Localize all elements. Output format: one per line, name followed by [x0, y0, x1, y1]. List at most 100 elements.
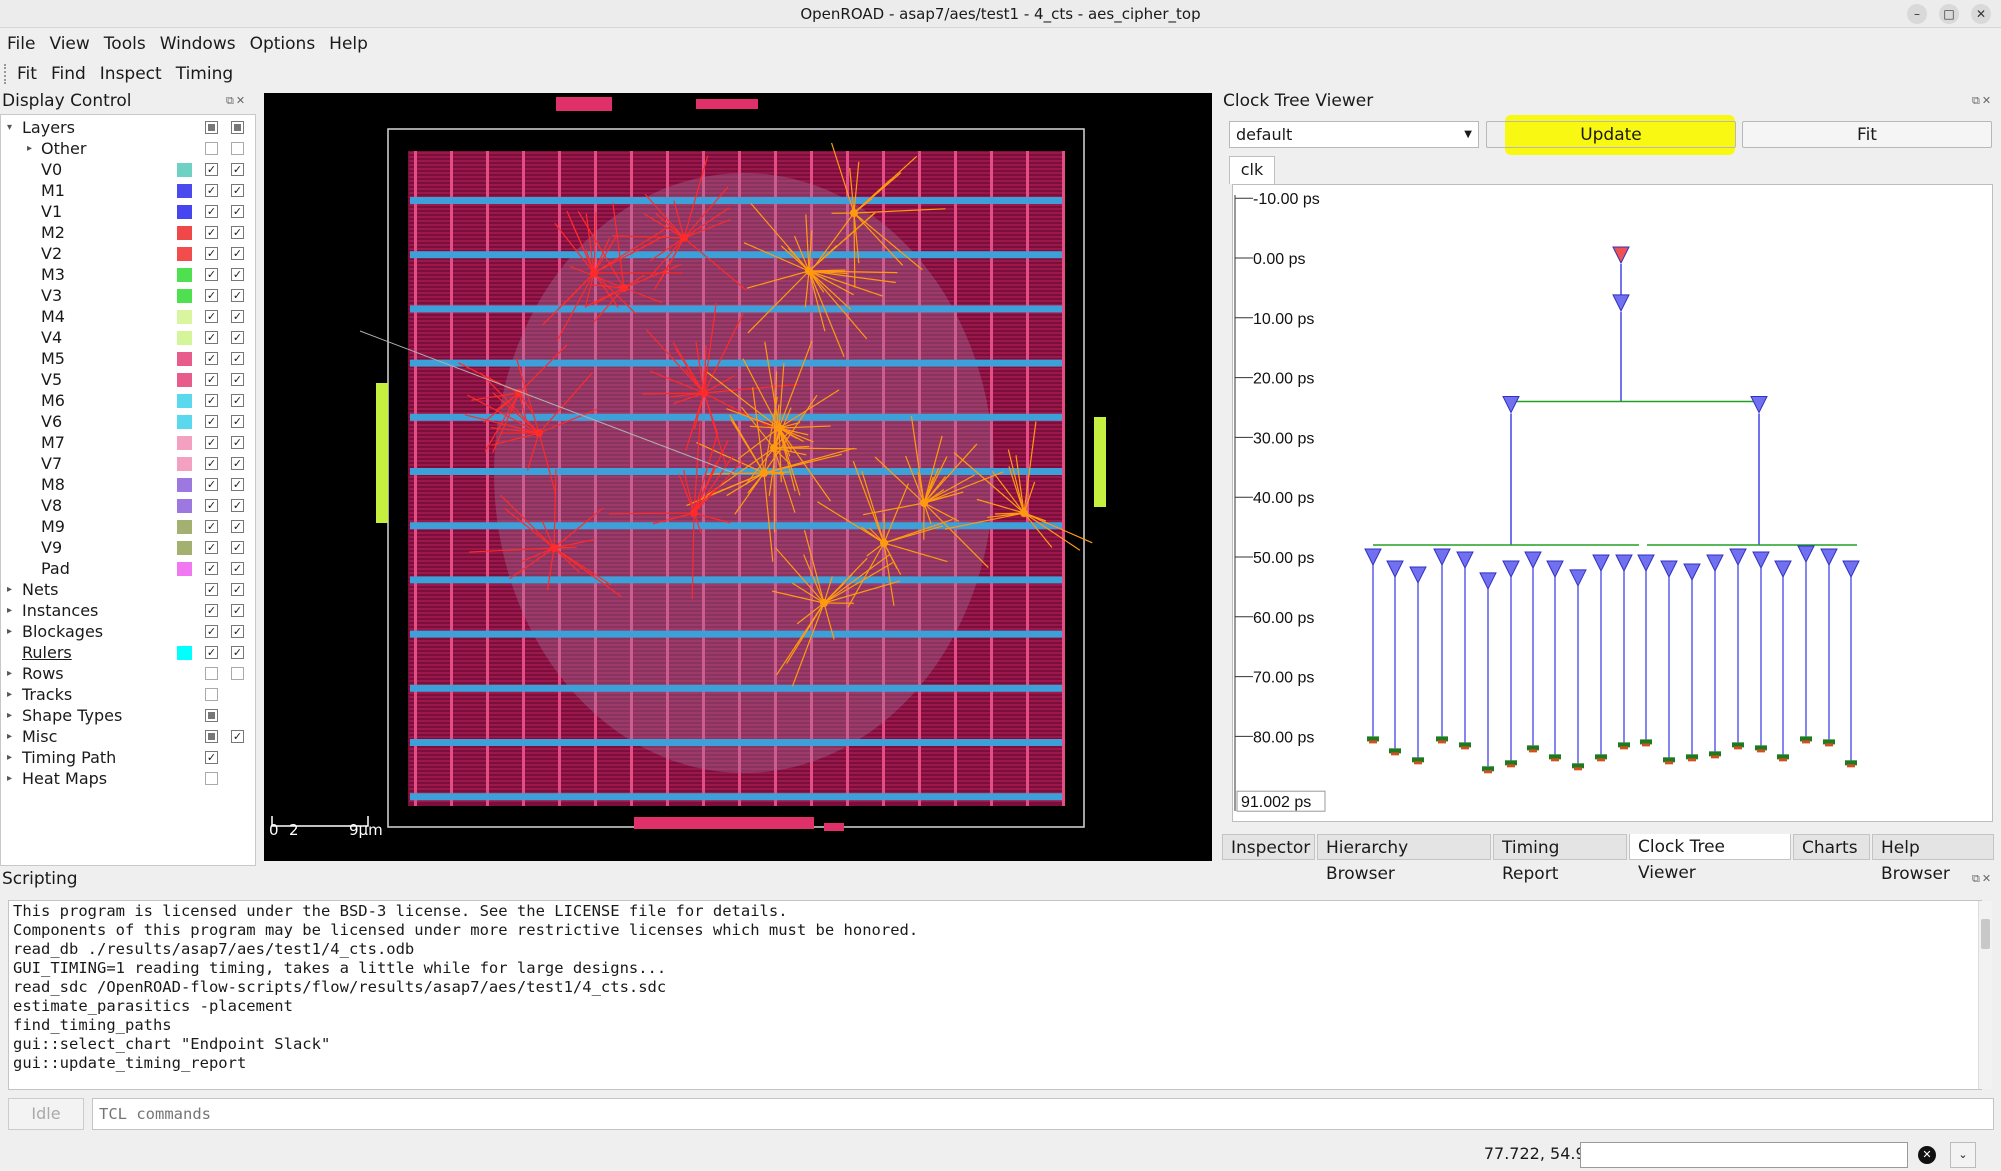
dock-float-close-icons[interactable]: ⧉✕ [226, 94, 247, 108]
clock-buffer[interactable] [1592, 554, 1610, 573]
menu-file[interactable]: File [0, 30, 42, 58]
visible-checkbox[interactable]: ✓ [205, 247, 218, 260]
clock-buffer[interactable] [1569, 569, 1587, 588]
clock-buffer[interactable] [1797, 545, 1815, 564]
visible-checkbox[interactable]: ✓ [205, 604, 218, 617]
visible-checkbox[interactable]: ✓ [205, 457, 218, 470]
visible-checkbox[interactable]: ✓ [205, 394, 218, 407]
visible-checkbox[interactable]: ✓ [205, 163, 218, 176]
layer-color-swatch[interactable] [177, 436, 192, 450]
fit-button[interactable]: Fit [10, 60, 44, 88]
chevron-down-icon[interactable]: ▾ [7, 117, 12, 138]
clock-sink[interactable] [1597, 758, 1605, 762]
layer-color-swatch[interactable] [177, 478, 192, 492]
layer-row[interactable]: V9 ✓ ✓ [1, 537, 255, 558]
chevron-right-icon[interactable]: ▸ [7, 579, 12, 600]
layer-row[interactable]: ▾ Layers [1, 117, 255, 138]
chevron-right-icon[interactable]: ▸ [27, 138, 32, 159]
clock-buffer[interactable] [1842, 560, 1860, 579]
layer-color-swatch[interactable] [177, 247, 192, 261]
expand-icon[interactable]: ⌄ [1950, 1142, 1976, 1168]
clock-sink[interactable] [1779, 758, 1787, 762]
layer-row[interactable]: ▸ Shape Types [1, 705, 255, 726]
visible-checkbox[interactable]: ✓ [205, 562, 218, 575]
status-search-input[interactable] [1580, 1142, 1908, 1168]
visible-checkbox[interactable]: ✓ [205, 478, 218, 491]
clock-buffer[interactable] [1729, 548, 1747, 567]
selectable-checkbox[interactable]: ✓ [231, 478, 244, 491]
fit-tree-button[interactable]: Fit [1742, 121, 1992, 148]
clock-buffer[interactable] [1433, 548, 1451, 567]
selectable-checkbox[interactable]: ✓ [231, 625, 244, 638]
clock-sink[interactable] [1620, 746, 1628, 750]
visible-checkbox[interactable]: ✓ [205, 268, 218, 281]
layer-color-swatch[interactable] [177, 394, 192, 408]
layer-row[interactable]: M3 ✓ ✓ [1, 264, 255, 285]
clock-tab-clk[interactable]: clk [1229, 156, 1275, 184]
clock-buffer[interactable] [1774, 560, 1792, 579]
layer-color-swatch[interactable] [177, 562, 192, 576]
layer-row[interactable]: V4 ✓ ✓ [1, 327, 255, 348]
tab-hierarchy-browser[interactable]: Hierarchy Browser [1317, 834, 1491, 884]
clock-sink[interactable] [1391, 752, 1399, 756]
visible-checkbox[interactable] [205, 121, 218, 134]
selectable-checkbox[interactable]: ✓ [231, 247, 244, 260]
visible-checkbox[interactable]: ✓ [205, 415, 218, 428]
clock-sink[interactable] [1484, 770, 1492, 774]
clock-buffer[interactable] [1820, 548, 1838, 567]
visible-checkbox[interactable]: ✓ [205, 310, 218, 323]
timing-button[interactable]: Timing [169, 60, 240, 88]
layout-canvas[interactable] [264, 93, 1212, 861]
clock-buffer[interactable] [1502, 396, 1520, 414]
layer-row[interactable]: M9 ✓ ✓ [1, 516, 255, 537]
find-button[interactable]: Find [44, 60, 93, 88]
layer-color-swatch[interactable] [177, 268, 192, 282]
toolbar-grip[interactable] [4, 64, 8, 84]
layer-row[interactable]: M6 ✓ ✓ [1, 390, 255, 411]
menu-options[interactable]: Options [243, 30, 323, 58]
menu-view[interactable]: View [42, 30, 96, 58]
selectable-checkbox[interactable]: ✓ [231, 163, 244, 176]
layer-row[interactable]: M5 ✓ ✓ [1, 348, 255, 369]
selectable-checkbox[interactable]: ✓ [231, 352, 244, 365]
layer-row[interactable]: M4 ✓ ✓ [1, 306, 255, 327]
selectable-checkbox[interactable]: ✓ [231, 541, 244, 554]
inspect-button[interactable]: Inspect [93, 60, 169, 88]
layer-row[interactable]: V3 ✓ ✓ [1, 285, 255, 306]
chevron-right-icon[interactable]: ▸ [7, 726, 12, 747]
layer-color-swatch[interactable] [177, 205, 192, 219]
selectable-checkbox[interactable]: ✓ [231, 583, 244, 596]
selectable-checkbox[interactable]: ✓ [231, 289, 244, 302]
chevron-right-icon[interactable]: ▸ [7, 768, 12, 789]
dock-float-close-icons[interactable]: ⧉✕ [1972, 872, 1993, 886]
script-output[interactable]: This program is licensed under the BSD-3… [8, 900, 1982, 1090]
clock-buffer[interactable] [1752, 551, 1770, 570]
visible-checkbox[interactable]: ✓ [205, 289, 218, 302]
layer-row[interactable]: Rulers ✓ ✓ [1, 642, 255, 663]
visible-checkbox[interactable] [205, 142, 218, 155]
layer-row[interactable]: M1 ✓ ✓ [1, 180, 255, 201]
script-scrollbar[interactable] [1978, 901, 1992, 1089]
clock-sink[interactable] [1642, 743, 1650, 747]
selectable-checkbox[interactable]: ✓ [231, 184, 244, 197]
clock-buffer[interactable] [1386, 560, 1404, 579]
layer-row[interactable]: ▸ Tracks [1, 684, 255, 705]
selectable-checkbox[interactable]: ✓ [231, 436, 244, 449]
clock-sink[interactable] [1847, 764, 1855, 768]
clock-buffer[interactable] [1524, 551, 1542, 570]
clock-buffer[interactable] [1637, 554, 1655, 573]
visible-checkbox[interactable]: ✓ [205, 373, 218, 386]
layer-row[interactable]: ▸ Other [1, 138, 255, 159]
layer-color-swatch[interactable] [177, 184, 192, 198]
selectable-checkbox[interactable] [231, 121, 244, 134]
layer-row[interactable]: V8 ✓ ✓ [1, 495, 255, 516]
clock-buffer[interactable] [1479, 572, 1497, 591]
clock-buffer[interactable] [1750, 396, 1768, 414]
clock-sink[interactable] [1529, 749, 1537, 753]
layer-color-swatch[interactable] [177, 499, 192, 513]
clock-sink[interactable] [1825, 743, 1833, 747]
chevron-right-icon[interactable]: ▸ [7, 705, 12, 726]
selectable-checkbox[interactable]: ✓ [231, 520, 244, 533]
selectable-checkbox[interactable]: ✓ [231, 268, 244, 281]
selectable-checkbox[interactable]: ✓ [231, 499, 244, 512]
